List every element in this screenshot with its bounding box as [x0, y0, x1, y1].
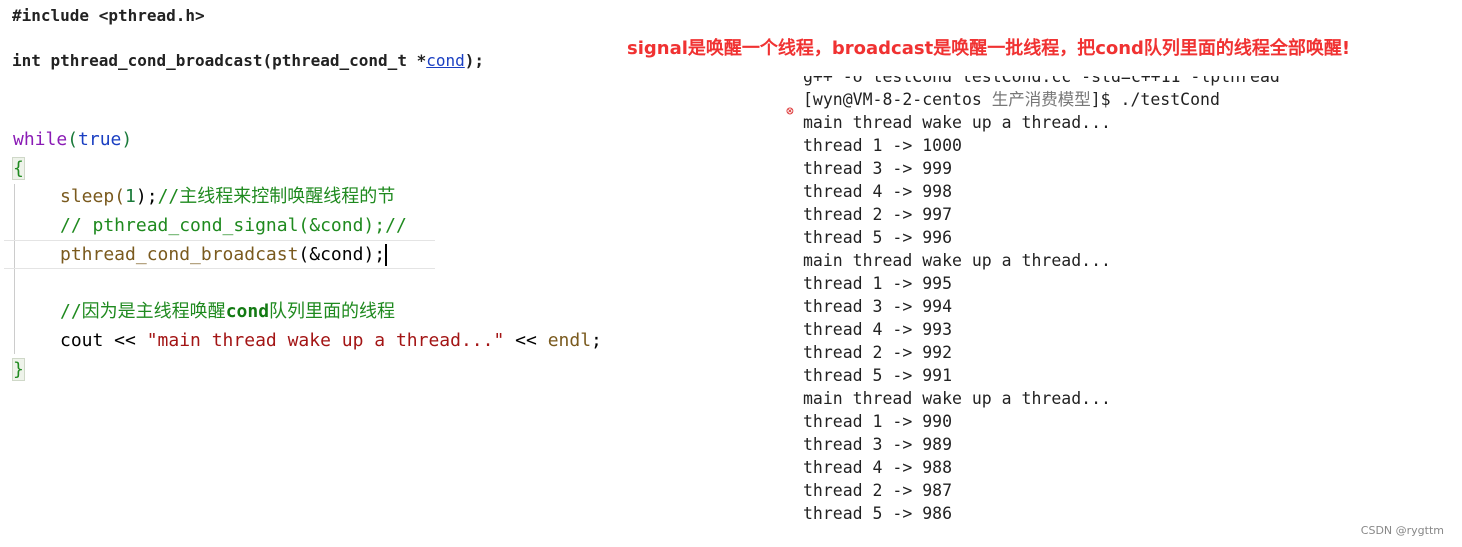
code-editor[interactable]: while(true) { sleep(1);//主线程来控制唤醒线程的节 //… [0, 126, 650, 384]
terminal-line: thread 1 -> 990 [803, 412, 953, 431]
declaration-line: int pthread_cond_broadcast(pthread_cond_… [12, 51, 484, 70]
watermark: CSDN @rygttm [1360, 524, 1444, 537]
cut-command-line: g++ -o testCond testCond.cc -std=c++11 -… [803, 76, 1280, 86]
terminal-line: thread 5 -> 996 [803, 228, 953, 247]
sleep-arg: 1 [125, 186, 136, 208]
signal-comment: // pthread_cond_signal(&cond);// [60, 215, 407, 237]
broadcast-args: (&cond); [298, 243, 386, 265]
prompt-line: [wyn@VM-8-2-centos 生产消费模型]$ ./testCond [803, 88, 1280, 111]
terminal-line: main thread wake up a thread... [803, 113, 1111, 132]
annotation-text: signal是唤醒一个线程，broadcast是唤醒一批线程，把cond队列里面… [627, 38, 1351, 59]
decl-suffix: ); [464, 51, 485, 70]
terminal-line: thread 1 -> 1000 [803, 136, 962, 155]
terminal-line: thread 3 -> 989 [803, 435, 953, 454]
terminal-line: main thread wake up a thread... [803, 389, 1111, 408]
sleep-call: sleep [60, 186, 115, 208]
error-icon: ⊗ [786, 104, 794, 119]
while-keyword: while [13, 129, 68, 150]
sleep-comment: //主线程来控制唤醒线程的节 [157, 186, 396, 208]
brace-close: } [12, 357, 25, 381]
terminal-line: thread 4 -> 998 [803, 182, 953, 201]
prompt-command: ]$ ./testCond [1090, 90, 1220, 109]
true-keyword: true [78, 129, 122, 150]
terminal-line: thread 1 -> 995 [803, 274, 953, 293]
terminal-line: thread 4 -> 988 [803, 458, 953, 477]
terminal-line: thread 5 -> 991 [803, 366, 953, 385]
terminal-line: thread 4 -> 993 [803, 320, 953, 339]
broadcast-call: pthread_cond_broadcast [60, 243, 299, 265]
cout-op: << [504, 329, 548, 351]
terminal-line: thread 2 -> 997 [803, 205, 953, 224]
brace-open: { [12, 156, 25, 180]
cout: cout << [60, 329, 147, 351]
terminal-line: main thread wake up a thread... [803, 251, 1111, 270]
reason-comment-cond: cond [225, 301, 270, 323]
prompt-dir: 生产消费模型 [991, 90, 1091, 109]
paren: ) [121, 129, 133, 150]
terminal-line: thread 3 -> 994 [803, 297, 953, 316]
text-caret [385, 243, 388, 266]
terminal-line: thread 2 -> 992 [803, 343, 953, 362]
terminal-line: thread 5 -> 986 [803, 504, 953, 523]
terminal-line: thread 2 -> 987 [803, 481, 953, 500]
paren: ( [67, 129, 79, 150]
sleep-rest: ); [135, 186, 158, 208]
prompt-user: [wyn@VM-8-2-centos [803, 90, 992, 109]
terminal-line: thread 3 -> 999 [803, 159, 953, 178]
terminal-output: g++ -o testCond testCond.cc -std=c++11 -… [786, 76, 1280, 525]
semicolon: ; [591, 329, 602, 351]
reason-comment-rest: 队列里面的线程 [269, 301, 396, 323]
reason-comment: //因为是主线程唤醒 [60, 301, 226, 323]
cout-string: "main thread wake up a thread..." [146, 329, 505, 351]
decl-prefix: int pthread_cond_broadcast(pthread_cond_… [12, 51, 427, 70]
decl-param: cond [426, 51, 465, 70]
endl: endl [547, 329, 592, 351]
include-line: #include <pthread.h> [12, 6, 205, 25]
